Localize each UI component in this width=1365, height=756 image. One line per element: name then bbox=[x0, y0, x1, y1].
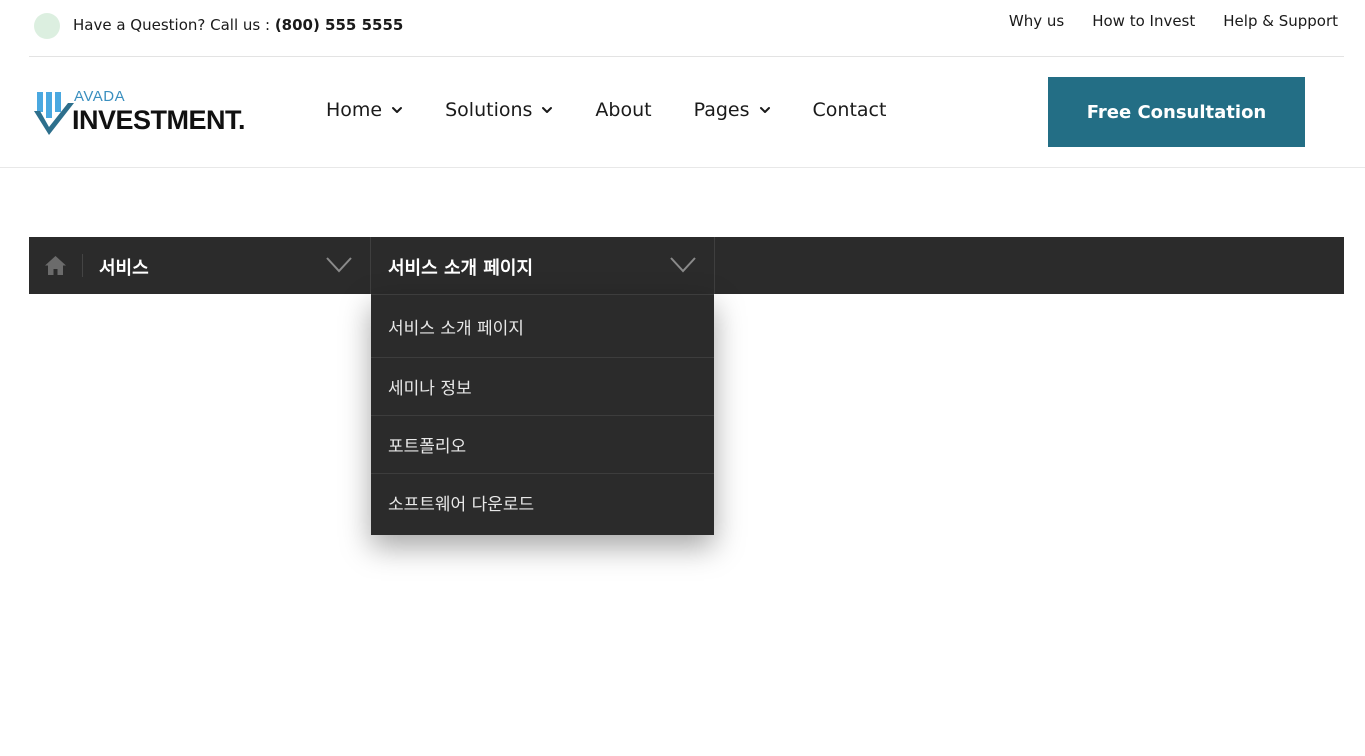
logo-mark-icon bbox=[34, 92, 74, 135]
contact-question: Have a Question? Call us : (800) 555 555… bbox=[73, 16, 403, 34]
top-link-how-to-invest[interactable]: How to Invest bbox=[1092, 12, 1195, 30]
nav-item-solutions[interactable]: Solutions bbox=[445, 99, 553, 121]
breadcrumb-divider bbox=[82, 254, 83, 277]
nav-item-pages[interactable]: Pages bbox=[694, 99, 771, 121]
breadcrumb-level2-label: 서비스 소개 페이지 bbox=[388, 258, 534, 279]
chevron-down-icon bbox=[670, 257, 696, 273]
dropdown-item-portfolio[interactable]: 포트폴리오 bbox=[371, 415, 714, 473]
main-nav: Home Solutions About Pages Contact bbox=[326, 99, 928, 121]
site-logo[interactable]: AVADA INVESTMENT. bbox=[34, 87, 254, 137]
top-link-why-us[interactable]: Why us bbox=[1009, 12, 1064, 30]
nav-item-label: Home bbox=[326, 99, 383, 121]
top-bar: Have a Question? Call us : (800) 555 555… bbox=[29, 0, 1344, 57]
nav-item-label: Contact bbox=[812, 99, 887, 121]
top-links: Why us How to Invest Help & Support bbox=[1009, 12, 1338, 30]
chevron-down-icon bbox=[542, 107, 553, 113]
dropdown-item-seminar[interactable]: 세미나 정보 bbox=[371, 357, 714, 415]
breadcrumb-level2-select[interactable]: 서비스 소개 페이지 bbox=[370, 237, 715, 294]
chevron-down-icon bbox=[392, 107, 403, 113]
contact-question-text: Have a Question? Call us : bbox=[73, 16, 275, 34]
nav-item-about[interactable]: About bbox=[595, 99, 651, 121]
phone-number[interactable]: (800) 555 5555 bbox=[275, 16, 404, 34]
chevron-down-icon bbox=[326, 257, 352, 273]
phone-dot-icon bbox=[34, 13, 60, 39]
breadcrumb-bar: 서비스 서비스 소개 페이지 bbox=[29, 237, 1344, 294]
top-link-help-support[interactable]: Help & Support bbox=[1223, 12, 1338, 30]
breadcrumb-level1-label: 서비스 bbox=[99, 258, 149, 279]
main-header: AVADA INVESTMENT. Home Solutions About P… bbox=[0, 57, 1365, 168]
nav-item-contact[interactable]: Contact bbox=[813, 99, 887, 121]
home-icon[interactable] bbox=[44, 255, 67, 276]
free-consultation-button[interactable]: Free Consultation bbox=[1048, 77, 1305, 147]
nav-item-label: Solutions bbox=[445, 99, 533, 121]
dropdown-item-service-intro[interactable]: 서비스 소개 페이지 bbox=[371, 294, 714, 357]
nav-item-home[interactable]: Home bbox=[326, 99, 403, 121]
breadcrumb-level1-select[interactable]: 서비스 bbox=[99, 237, 369, 294]
dropdown-item-software-download[interactable]: 소프트웨어 다운로드 bbox=[371, 473, 714, 531]
nav-item-label: Pages bbox=[693, 99, 750, 121]
logo-small-text: AVADA bbox=[74, 88, 126, 105]
nav-item-label: About bbox=[595, 99, 652, 121]
breadcrumb-dropdown-menu: 서비스 소개 페이지 세미나 정보 포트폴리오 소프트웨어 다운로드 bbox=[371, 294, 714, 535]
chevron-down-icon bbox=[759, 107, 770, 113]
logo-large-text: INVESTMENT. bbox=[72, 105, 246, 135]
